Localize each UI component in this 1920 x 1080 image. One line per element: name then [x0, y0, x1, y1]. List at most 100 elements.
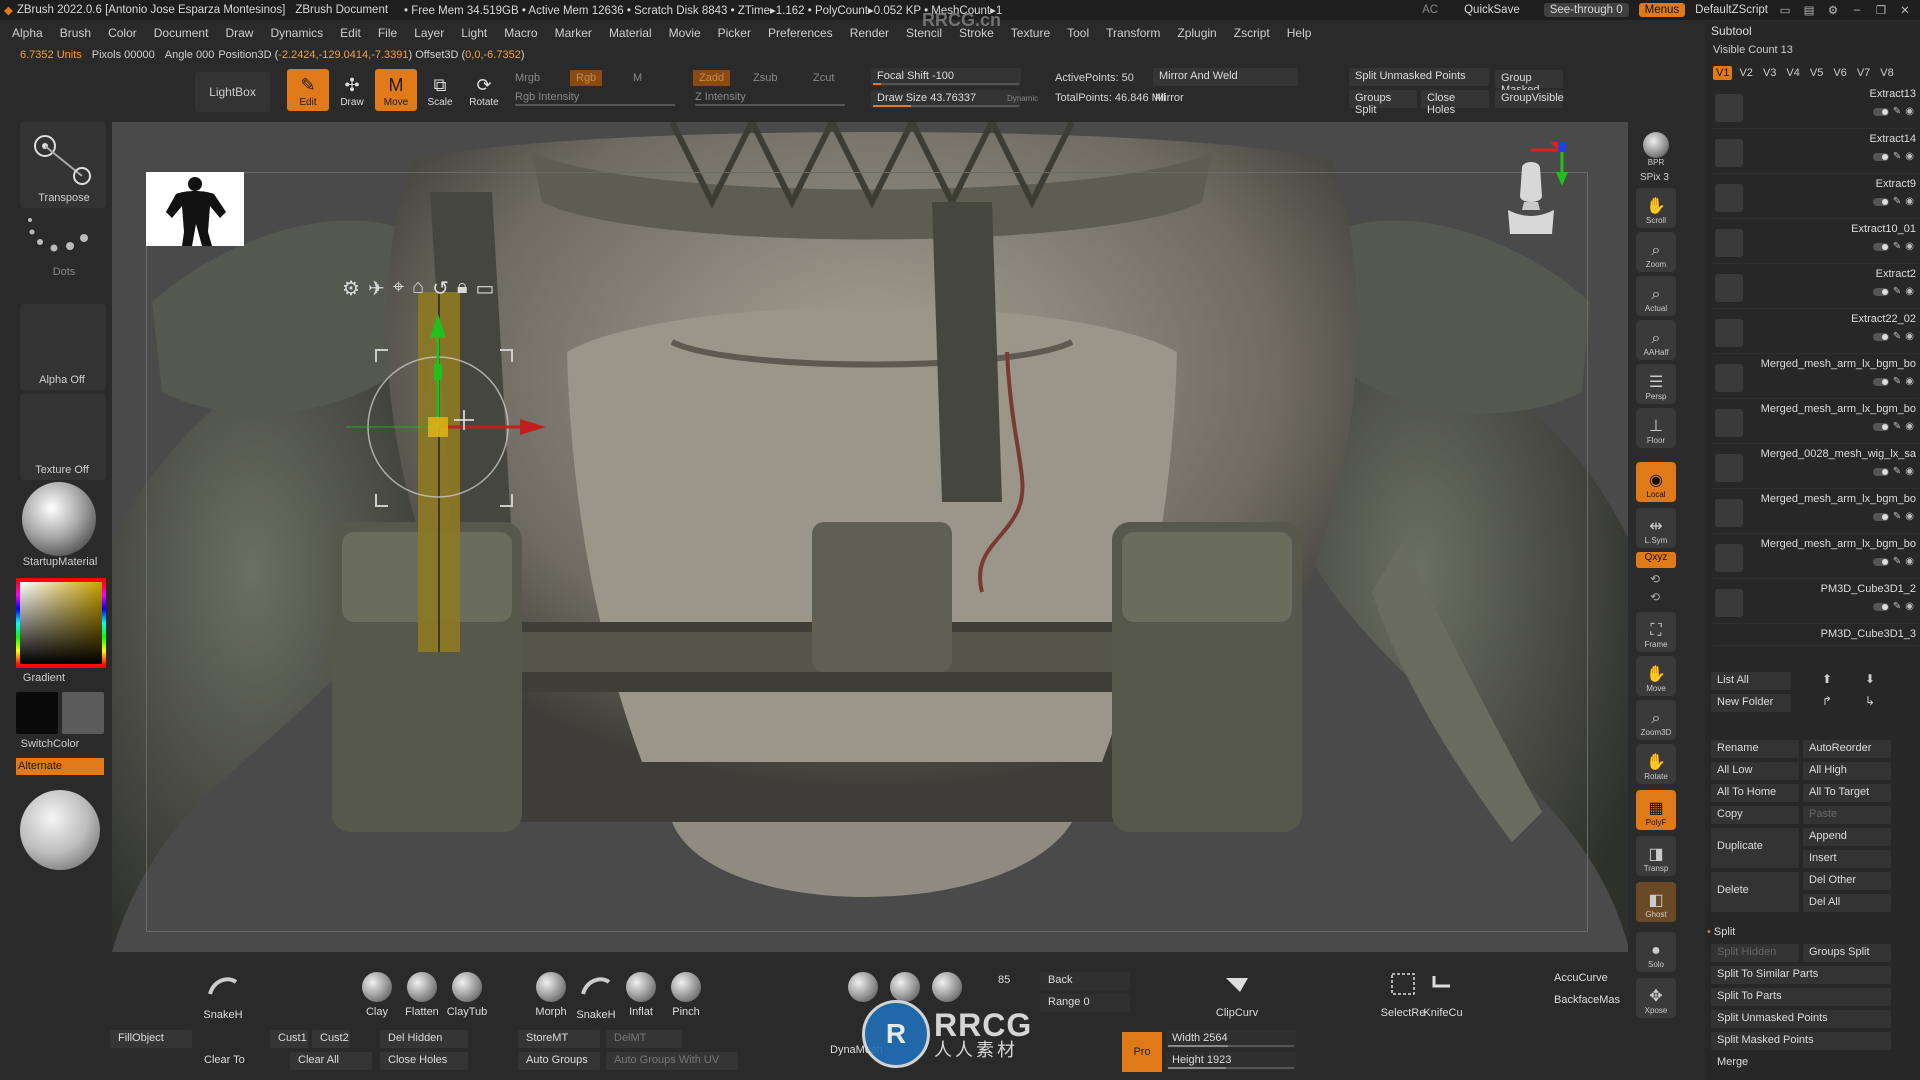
local-button[interactable]: ◉ Local	[1636, 462, 1676, 502]
dynamic-toggle[interactable]: Dynamic	[1007, 90, 1038, 106]
all-to-target-button[interactable]: All To Target	[1803, 784, 1891, 802]
subtool-item[interactable]: PM3D_Cube3D1_2 ✎ ◉	[1713, 579, 1918, 624]
gizmo-pin-icon[interactable]: ✈	[368, 276, 385, 301]
all-high-button[interactable]: All High	[1803, 762, 1891, 780]
eye-icon[interactable]: ◉	[1905, 556, 1914, 567]
brush-icon[interactable]: ✎	[1893, 331, 1901, 342]
copy-button[interactable]: Copy	[1711, 806, 1799, 824]
aahalf-button[interactable]: ⌕ AAHalf	[1636, 320, 1676, 360]
brush-icon[interactable]: ✎	[1893, 106, 1901, 117]
visibility-toggle[interactable]	[1872, 602, 1889, 611]
visibility-toggle[interactable]	[1872, 467, 1889, 476]
gizmo-reset-icon[interactable]: ↺	[432, 276, 449, 301]
trim-brush-icon[interactable]	[890, 972, 920, 1002]
append-button[interactable]: Append	[1803, 828, 1891, 846]
close-holes-bottom-button[interactable]: Close Holes	[380, 1052, 468, 1070]
zadd-toggle[interactable]: Zadd	[693, 70, 731, 86]
brush-claytubes[interactable]: ClayTub	[444, 972, 490, 1018]
menu-zscript[interactable]: Zscript	[1234, 26, 1270, 40]
menu-picker[interactable]: Picker	[718, 26, 751, 40]
subtool-item[interactable]: Merged_mesh_arm_lx_bgm_bo ✎ ◉	[1713, 534, 1918, 579]
visibility-toggle[interactable]	[1872, 377, 1889, 386]
subtool-item[interactable]: Extract2 ✎ ◉	[1713, 264, 1918, 309]
subtool-item[interactable]: Extract13 ✎ ◉	[1713, 84, 1918, 129]
transpose-gizmo[interactable]	[336, 302, 616, 562]
clear-to-button[interactable]: Clear To	[204, 1054, 245, 1066]
lightbox-button[interactable]: LightBox	[195, 72, 270, 112]
auto-groups-button[interactable]: Auto Groups	[518, 1052, 600, 1070]
move-up-icon[interactable]: ↱	[1822, 694, 1832, 708]
brush-icon[interactable]: ✎	[1893, 241, 1901, 252]
group-visible-button[interactable]: GroupVisible	[1495, 90, 1564, 108]
mirror-button[interactable]: Mirror	[1155, 90, 1184, 106]
menu-marker[interactable]: Marker	[555, 26, 592, 40]
visibility-toggle[interactable]	[1872, 287, 1889, 296]
close-icon[interactable]: ✕	[1898, 3, 1912, 17]
split-section-header[interactable]: • Split	[1707, 926, 1735, 938]
move-view-button[interactable]: ✋ Move	[1636, 656, 1676, 696]
menu-draw[interactable]: Draw	[225, 26, 253, 40]
subtool-item[interactable]: Merged_mesh_arm_lx_bgm_bo ✎ ◉	[1713, 489, 1918, 534]
del-hidden-button[interactable]: Del Hidden	[380, 1030, 468, 1048]
brush-icon[interactable]: ✎	[1893, 286, 1901, 297]
gizmo-lock-icon[interactable]: 🔒︎	[457, 276, 468, 301]
subtool-item[interactable]: Extract14 ✎ ◉	[1713, 129, 1918, 174]
see-through-slider[interactable]: See-through 0	[1543, 3, 1629, 17]
duplicate-button[interactable]: Duplicate	[1711, 828, 1799, 868]
new-folder-button[interactable]: New Folder	[1711, 694, 1791, 712]
draw-button[interactable]: ✣ Draw	[331, 69, 373, 111]
visibility-toggle[interactable]	[1872, 512, 1889, 521]
range-slider[interactable]: Range 0	[1040, 994, 1130, 1012]
accucurve-toggle[interactable]: AccuCurve	[1554, 972, 1608, 984]
brush-icon[interactable]: ✎	[1893, 151, 1901, 162]
eye-icon[interactable]: ◉	[1905, 331, 1914, 342]
menu-transform[interactable]: Transform	[1106, 26, 1160, 40]
material-button[interactable]: StartupMaterial	[20, 482, 106, 572]
menu-texture[interactable]: Texture	[1011, 26, 1050, 40]
merge-button[interactable]: Merge	[1711, 1054, 1891, 1072]
width-slider[interactable]: Width 2564	[1166, 1030, 1296, 1048]
height-slider[interactable]: Height 1923	[1166, 1052, 1296, 1070]
clear-all-button[interactable]: Clear All	[290, 1052, 372, 1070]
zoom-button[interactable]: ⌕ Zoom	[1636, 232, 1676, 272]
gizmo-settings-icon[interactable]: ⚙	[342, 276, 360, 301]
insert-button[interactable]: Insert	[1803, 850, 1891, 868]
visibility-toggle[interactable]	[1872, 242, 1889, 251]
eye-icon[interactable]: ◉	[1905, 511, 1914, 522]
split-unmasked-points-button[interactable]: Split Unmasked Points	[1349, 68, 1489, 86]
eye-icon[interactable]: ◉	[1905, 106, 1914, 117]
zcut-toggle[interactable]: Zcut	[813, 70, 834, 86]
storemt-button[interactable]: StoreMT	[518, 1030, 600, 1048]
auto-groups-uv-button[interactable]: Auto Groups With UV	[606, 1052, 738, 1070]
eye-icon[interactable]: ◉	[1905, 241, 1914, 252]
z-intensity-slider[interactable]: Z Intensity	[695, 90, 845, 106]
subtool-item[interactable]: Merged_mesh_arm_lx_bgm_bo ✎ ◉	[1713, 354, 1918, 399]
menu-material[interactable]: Material	[609, 26, 652, 40]
brush-icon[interactable]: ✎	[1893, 601, 1901, 612]
brush-knifecurve[interactable]: KnifeCu	[1420, 972, 1466, 1019]
layout-icon[interactable]: ▭	[1778, 3, 1792, 17]
dots-stroke-button[interactable]: Dots	[20, 214, 106, 282]
menu-file[interactable]: File	[378, 26, 397, 40]
brush-icon[interactable]: ✎	[1893, 511, 1901, 522]
matcap-sphere-icon[interactable]	[20, 790, 100, 870]
visibility-toggle[interactable]	[1872, 332, 1889, 341]
menu-document[interactable]: Document	[154, 26, 209, 40]
menu-color[interactable]: Color	[108, 26, 137, 40]
brush-morph[interactable]: Morph	[528, 972, 574, 1018]
focal-shift-slider[interactable]: Focal Shift -100	[871, 68, 1021, 86]
scroll-button[interactable]: ✋ Scroll	[1636, 188, 1676, 228]
menu-movie[interactable]: Movie	[669, 26, 701, 40]
version-tab-v5[interactable]: V5	[1807, 66, 1826, 80]
version-tab-v1[interactable]: V1	[1713, 66, 1733, 80]
brush-icon[interactable]: ✎	[1893, 466, 1901, 477]
visibility-toggle[interactable]	[1872, 557, 1889, 566]
rename-button[interactable]: Rename	[1711, 740, 1799, 758]
mrgb-toggle[interactable]: Mrgb	[515, 70, 540, 86]
xpose-button[interactable]: ✥ Xpose	[1636, 978, 1676, 1018]
rotation-axis-icon[interactable]: ⟲	[1650, 572, 1660, 586]
group-masked-button[interactable]: Group Masked	[1495, 70, 1563, 96]
polyf-button[interactable]: ▦ PolyF	[1636, 790, 1676, 830]
eye-icon[interactable]: ◉	[1905, 601, 1914, 612]
split-parts-button[interactable]: Split To Parts	[1711, 988, 1891, 1006]
